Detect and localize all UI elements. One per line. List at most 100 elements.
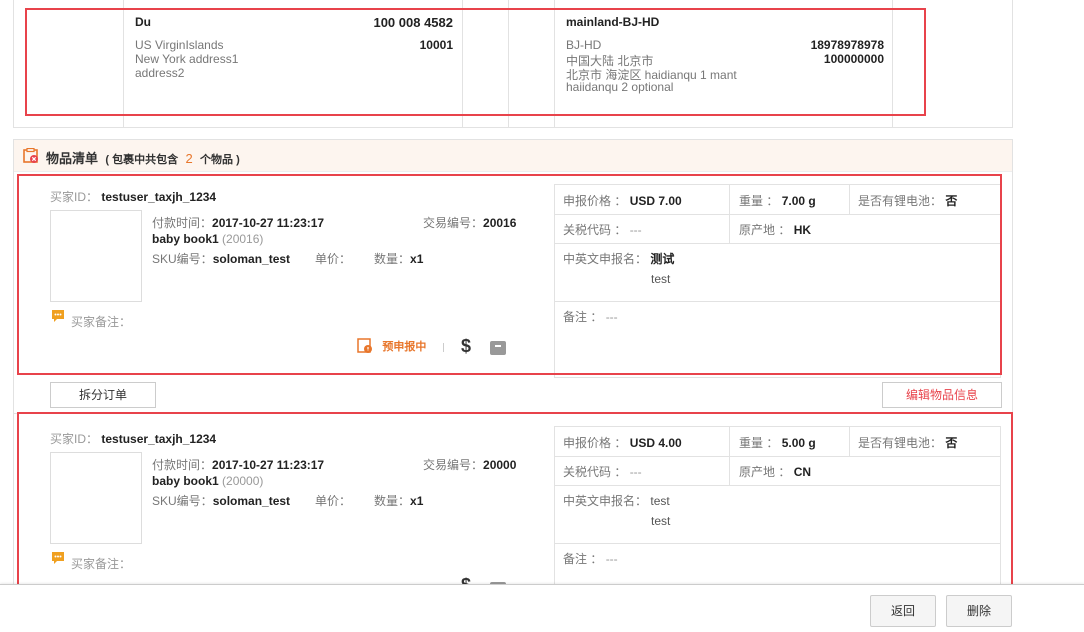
buyer-id: testuser_taxjh_1234 xyxy=(101,432,217,446)
origin-row: 原产地 ： CN xyxy=(739,463,811,480)
declare-icon xyxy=(357,338,373,354)
weight: 5.00 g xyxy=(781,436,816,450)
unit-price-label: 单价： xyxy=(315,252,352,266)
sku-row: SKU编号：soloman_test xyxy=(152,250,290,267)
en-name: test xyxy=(651,272,671,286)
trade-no-label: 交易编号： xyxy=(423,216,484,230)
weight-label: 重量 ： xyxy=(739,436,779,450)
price-icon[interactable]: $ xyxy=(461,576,471,584)
pre-declare-status[interactable]: 预申报中 xyxy=(357,338,426,354)
split-order-button[interactable]: 拆分订单 xyxy=(50,382,156,408)
sku-row: SKU编号：soloman_test xyxy=(152,492,290,509)
en-name: test xyxy=(651,514,671,528)
receiver-address-line1: BJ-HD xyxy=(566,38,602,52)
product-image[interactable] xyxy=(50,452,142,544)
origin: CN xyxy=(793,465,812,479)
hs-code-label: 关税代码 ： xyxy=(563,223,627,237)
items-section-header: 物品清单 ( 包裹中共包含 2 个物品 ) xyxy=(14,140,1012,172)
sender-zip: 10001 xyxy=(419,38,453,52)
product-code: (20000) xyxy=(222,474,264,488)
declared-price-row: 申报价格 ： USD 7.00 xyxy=(563,192,682,209)
items-section-title-group: 物品清单 ( 包裹中共包含 2 个物品 ) xyxy=(46,148,240,167)
pay-time-label: 付款时间： xyxy=(152,216,213,230)
price-icon[interactable]: $ xyxy=(461,336,471,357)
sku-label: SKU编号： xyxy=(152,252,213,266)
product-name-row: baby book1 (20000) xyxy=(152,474,263,488)
sku: soloman_test xyxy=(212,252,291,266)
hs-code: --- xyxy=(629,465,642,479)
qty-row: 数量：x1 xyxy=(374,492,423,509)
trade-no: 20016 xyxy=(483,216,517,230)
edit-item-info-button[interactable]: 编辑物品信息 xyxy=(882,382,1002,408)
note: --- xyxy=(605,310,618,324)
product-name: baby book1 xyxy=(152,232,219,246)
delete-button[interactable]: 删除 xyxy=(946,595,1012,627)
sender-name: Du xyxy=(135,15,151,29)
item-buyer-row: 买家ID： testuser_taxjh_1234 xyxy=(50,188,216,205)
product-name: baby book1 xyxy=(152,474,219,488)
declaration-table xyxy=(554,184,1001,378)
buyer-id: testuser_taxjh_1234 xyxy=(101,190,217,204)
pre-declare-label: 预申报中 xyxy=(382,341,427,353)
note-row: 备注 ： --- xyxy=(563,308,618,325)
sender-phone: 100 008 4582 xyxy=(373,15,453,30)
weight-label: 重量 ： xyxy=(739,194,779,208)
cn-name: 测试 xyxy=(650,252,675,266)
sku: soloman_test xyxy=(212,494,291,508)
sku-label: SKU编号： xyxy=(152,494,213,508)
receiver-address-line4: haiidanqu 2 optional xyxy=(566,80,674,94)
comment-icon xyxy=(51,551,65,565)
declare-name-row: 中英文申报名： 测试 xyxy=(563,250,674,267)
package-icon xyxy=(23,147,39,164)
hs-code-label: 关税代码 ： xyxy=(563,465,627,479)
declared-price-label: 申报价格 ： xyxy=(563,436,627,450)
note-label: 备注 ： xyxy=(563,310,603,324)
weight-row: 重量 ： 5.00 g xyxy=(739,434,816,451)
cn-name: test xyxy=(650,494,670,508)
pay-time: 2017-10-27 11:23:17 xyxy=(212,458,325,472)
unit-price-label: 单价： xyxy=(315,494,352,508)
note-row: 备注 ： --- xyxy=(563,550,618,567)
pay-time-row: 付款时间：2017-10-27 11:23:17 xyxy=(152,456,324,473)
qty-row: 数量：x1 xyxy=(374,250,423,267)
pay-time: 2017-10-27 11:23:17 xyxy=(212,216,325,230)
origin-label: 原产地 ： xyxy=(739,223,791,237)
pay-time-label: 付款时间： xyxy=(152,458,213,472)
back-button[interactable]: 返回 xyxy=(870,595,936,627)
weight: 7.00 g xyxy=(781,194,816,208)
declare-name-label: 中英文申报名： xyxy=(563,252,648,266)
battery-row: 是否有锂电池： 否 xyxy=(858,192,957,209)
buyer-remark-label: 买家备注： xyxy=(71,315,132,329)
note-label: 备注 ： xyxy=(563,552,603,566)
receiver-name: mainland-BJ-HD xyxy=(566,15,660,29)
declared-price-label: 申报价格 ： xyxy=(563,194,627,208)
qty-label: 数量： xyxy=(374,252,411,266)
items-section-title: 物品清单 xyxy=(46,151,99,166)
buyer-remark-label: 买家备注： xyxy=(71,557,132,571)
declared-price: USD 7.00 xyxy=(629,194,682,208)
battery-row: 是否有锂电池： 否 xyxy=(858,434,957,451)
battery-label: 是否有锂电池： xyxy=(858,436,943,450)
declare-name-label: 中英文申报名： xyxy=(563,494,648,508)
hs-code-row: 关税代码 ： --- xyxy=(563,463,642,480)
qty: x1 xyxy=(410,252,424,266)
hs-code: --- xyxy=(629,223,642,237)
hs-code-row: 关税代码 ： --- xyxy=(563,221,642,238)
box-icon[interactable] xyxy=(490,340,506,355)
item-buyer-row: 买家ID： testuser_taxjh_1234 xyxy=(50,430,216,447)
note: --- xyxy=(605,552,618,566)
declared-price-row: 申报价格 ： USD 4.00 xyxy=(563,434,682,451)
battery: 否 xyxy=(945,436,958,450)
comment-icon xyxy=(51,309,65,323)
items-count-suffix: 个物品 ) xyxy=(200,154,240,166)
receiver-zip: 100000000 xyxy=(823,52,884,66)
trade-no-row: 交易编号：20016 xyxy=(423,214,516,231)
qty: x1 xyxy=(410,494,424,508)
weight-row: 重量 ： 7.00 g xyxy=(739,192,816,209)
product-image[interactable] xyxy=(50,210,142,302)
qty-label: 数量： xyxy=(374,494,411,508)
trade-no: 20000 xyxy=(483,458,517,472)
sender-address-line3: address2 xyxy=(135,66,185,80)
battery: 否 xyxy=(945,194,958,208)
declare-name-row: 中英文申报名： test xyxy=(563,492,670,509)
